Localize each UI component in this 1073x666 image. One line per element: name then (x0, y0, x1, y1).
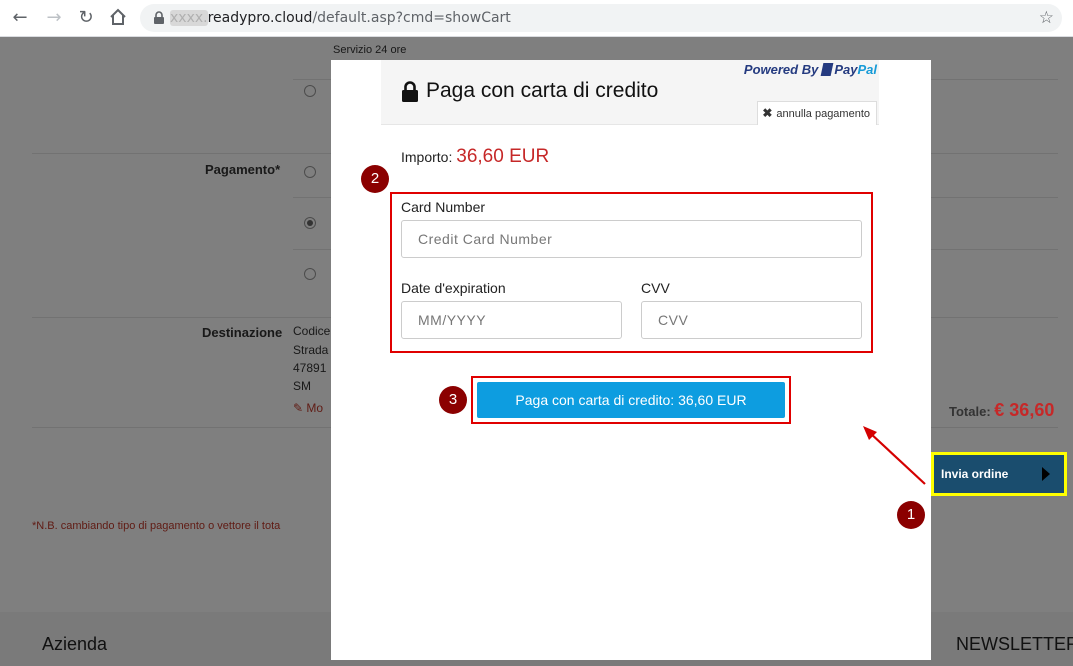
importo-value: 36,60 EUR (456, 146, 550, 167)
bookmark-star-icon[interactable]: ☆ (1039, 8, 1054, 28)
card-number-input[interactable] (401, 220, 862, 258)
step-badge-1: 1 (897, 501, 925, 529)
address-bar[interactable]: xxxx.readypro.cloud/default.asp?cmd=show… (140, 4, 1062, 32)
totale-value: € 36,60 (994, 400, 1055, 420)
cvv-label: CVV (641, 280, 670, 296)
cvv-input[interactable] (641, 301, 862, 339)
padlock-icon (402, 81, 418, 102)
step-badge-3: 3 (439, 386, 467, 414)
browser-toolbar: ← → ↻ xxxx.readypro.cloud/default.asp?cm… (0, 0, 1073, 37)
forward-arrow-icon[interactable]: → (44, 8, 64, 28)
paypal-logo-icon (820, 63, 834, 76)
expiry-input[interactable] (401, 301, 622, 339)
importo: Importo: 36,60 EUR (401, 146, 550, 167)
card-fields-highlight: Card Number Date d'expiration CVV (390, 192, 873, 353)
powered-by-paypal: Powered By PayPal (743, 62, 877, 77)
payment-modal: Paga con carta di credito Powered By PayP… (331, 60, 931, 660)
pay-with-card-button[interactable]: Paga con carta di credito: 36,60 EUR (477, 382, 785, 418)
home-icon[interactable] (108, 7, 128, 27)
expiry-label: Date d'expiration (401, 280, 506, 296)
lock-icon (154, 11, 164, 24)
reload-icon[interactable]: ↻ (76, 8, 96, 28)
modal-title: Paga con carta di credito (426, 79, 659, 102)
invia-ordine-button[interactable]: Invia ordine (931, 452, 1067, 496)
url-text: xxxx.readypro.cloud/default.asp?cmd=show… (170, 10, 511, 26)
annotation-arrow-icon (863, 426, 926, 485)
step-badge-2: 2 (361, 165, 389, 193)
back-arrow-icon[interactable]: ← (10, 8, 30, 28)
totale: Totale: € 36,60 (949, 400, 1055, 420)
card-number-label: Card Number (401, 199, 486, 215)
pay-button-highlight: Paga con carta di credito: 36,60 EUR (471, 376, 791, 424)
annulla-pagamento-button[interactable]: ✖ annulla pagamento (757, 101, 877, 125)
modal-header: Paga con carta di credito Powered By PayP… (381, 60, 879, 125)
close-icon: ✖ (762, 106, 773, 120)
play-triangle-icon (1042, 467, 1050, 481)
